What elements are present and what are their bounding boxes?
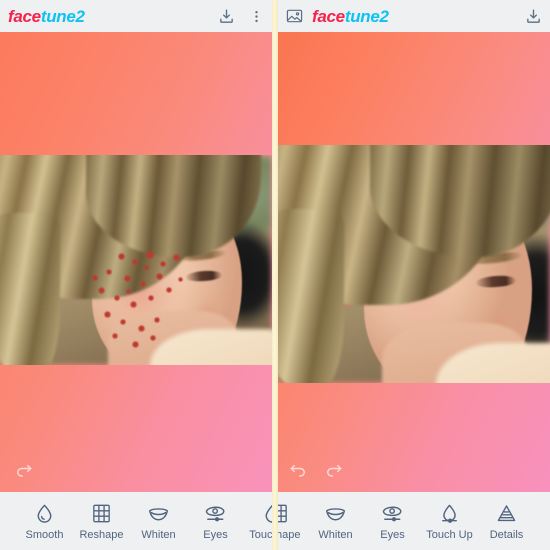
tool-label: Whiten (318, 528, 353, 541)
tool-label: Whiten (141, 528, 176, 541)
history-controls-after (278, 458, 550, 484)
tool-label: Reshape (79, 528, 124, 541)
tool-details[interactable]: Details (478, 502, 535, 541)
logo-text-tune2: tune2 (344, 6, 389, 26)
photo-before[interactable] (0, 155, 272, 365)
logo-text-tune2: tune2 (40, 6, 85, 26)
redo-icon[interactable] (324, 461, 344, 481)
tool-reshape[interactable]: Reshape (73, 502, 130, 541)
eye-icon (204, 502, 227, 525)
droplet-icon (438, 502, 461, 525)
tool-label: Details (489, 528, 524, 541)
app-header-before: facetune2 (0, 0, 272, 32)
undo-icon[interactable] (288, 461, 308, 481)
logo-text-face: face (312, 6, 345, 26)
app-logo: facetune2 (8, 8, 85, 25)
tool-label: Reshape (278, 528, 301, 541)
comparison-screen: facetune2 Smooth Reshape Whiten Eyes Tou… (0, 0, 550, 550)
droplet-icon (261, 502, 272, 525)
tool-label: Eyes (203, 528, 228, 541)
smile-icon (324, 502, 347, 525)
header-left-group: facetune2 (8, 8, 85, 25)
grid-icon (90, 502, 113, 525)
app-logo: facetune2 (312, 8, 389, 25)
download-icon[interactable] (218, 8, 235, 25)
tool-label: Touch Up (249, 528, 272, 541)
bottom-toolbar-after[interactable]: Reshape Whiten (278, 492, 550, 550)
tool-label: Eyes (380, 528, 405, 541)
app-header-after: facetune2 (278, 0, 550, 32)
tool-label: Touch Up (426, 528, 473, 541)
header-right-group (218, 8, 264, 25)
editor-canvas-after[interactable] (278, 32, 550, 492)
panel-after: facetune2 hape Whiten Eyes Touch Up Deta… (278, 0, 550, 550)
tool-touch-up[interactable]: Touch Up (244, 502, 272, 541)
header-right-group (525, 8, 542, 25)
logo-text-face: face (8, 6, 41, 26)
eye-icon (381, 502, 404, 525)
triangle-icon (495, 502, 518, 525)
tool-whiten[interactable]: Whiten (130, 502, 187, 541)
history-controls-before (0, 458, 272, 484)
smile-icon (147, 502, 170, 525)
tool-whiten[interactable]: Whiten (307, 502, 364, 541)
tool-touch-up[interactable]: Touch Up (421, 502, 478, 541)
tool-eyes[interactable]: Eyes (187, 502, 244, 541)
more-vertical-icon[interactable] (249, 8, 264, 25)
image-icon[interactable] (286, 8, 303, 24)
photo-acne-spots (0, 155, 272, 365)
tool-smooth[interactable]: Smooth (16, 502, 73, 541)
redo-icon[interactable] (14, 461, 34, 481)
tool-reshape[interactable]: Reshape (278, 502, 307, 541)
bottom-toolbar-before[interactable]: Smooth Reshape Whiten Eyes Touc (0, 492, 272, 550)
panel-before: facetune2 Smooth Reshape Whiten Eyes Tou… (0, 0, 272, 550)
tool-eyes[interactable]: Eyes (364, 502, 421, 541)
tool-label: Smooth (25, 528, 64, 541)
download-icon[interactable] (525, 8, 542, 25)
photo-hair-strands (278, 209, 344, 383)
editor-canvas-before[interactable] (0, 32, 272, 492)
grid-icon (278, 502, 290, 525)
droplet-icon (33, 502, 56, 525)
photo-after[interactable] (278, 145, 550, 383)
header-left-group: facetune2 (286, 8, 389, 25)
